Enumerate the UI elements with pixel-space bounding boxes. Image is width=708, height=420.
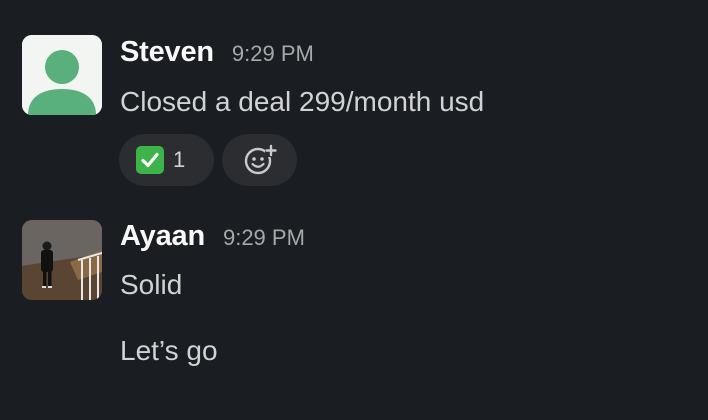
- author-name[interactable]: Steven: [120, 36, 214, 69]
- add-reaction-button[interactable]: [222, 134, 297, 186]
- message-text: Closed a deal 299/month usd: [120, 86, 485, 117]
- message-item[interactable]: Ayaan 9:29 PM Solid Let’s go: [0, 200, 708, 420]
- avatar[interactable]: [22, 35, 102, 115]
- timestamp[interactable]: 9:29 PM: [232, 41, 314, 67]
- reaction-check-button[interactable]: 1: [119, 134, 214, 186]
- message-header: Ayaan 9:29 PM: [120, 220, 305, 253]
- message-text: Let’s go: [120, 335, 218, 366]
- user-photo-icon: [22, 220, 102, 300]
- white-check-mark-icon: [136, 146, 164, 174]
- author-name[interactable]: Ayaan: [120, 220, 205, 253]
- user-silhouette-icon: [22, 35, 102, 115]
- reaction-bar: 1: [119, 134, 297, 186]
- reaction-count: 1: [173, 147, 186, 172]
- add-reaction-icon: [244, 144, 277, 175]
- timestamp[interactable]: 9:29 PM: [223, 225, 305, 251]
- avatar[interactable]: [22, 220, 102, 300]
- message-text: Solid: [120, 269, 183, 300]
- message-header: Steven 9:29 PM: [120, 36, 314, 69]
- message-item[interactable]: Steven 9:29 PM Closed a deal 299/month u…: [0, 0, 708, 200]
